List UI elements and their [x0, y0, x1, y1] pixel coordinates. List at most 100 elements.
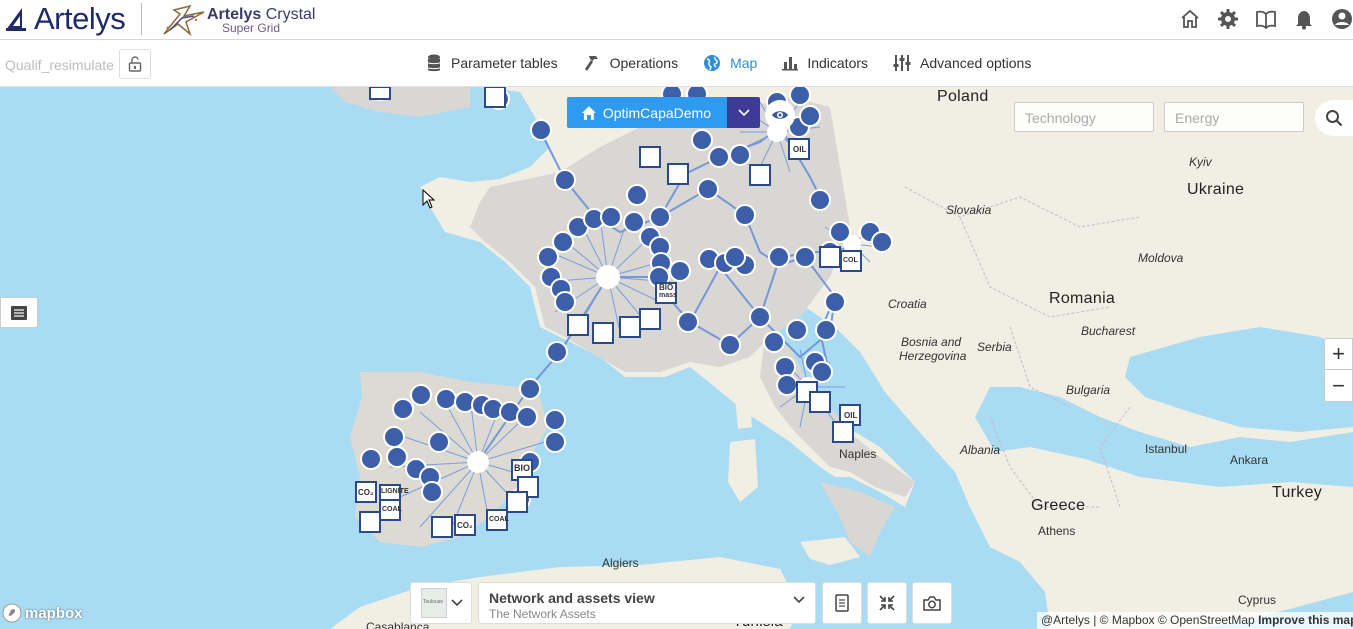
bar-chart-icon	[782, 57, 799, 71]
product-subtitle: Super Grid	[222, 21, 281, 35]
asset-label-bio: BIO	[659, 283, 674, 292]
asset-label-lignite: LIGNITE	[381, 488, 409, 495]
label-croatia: Croatia	[888, 297, 927, 311]
fullscreen-button[interactable]	[867, 582, 907, 624]
camera-icon	[923, 595, 941, 611]
nav-advanced-options[interactable]: Advanced options	[893, 54, 1031, 72]
asset-label-bio: BIO	[514, 463, 531, 473]
artelys-logo-icon	[6, 8, 26, 31]
label-athens: Athens	[1038, 524, 1076, 538]
crystal-logo: Artelys Crystal Super Grid	[160, 4, 320, 37]
view-selector[interactable]: Network and assets view The Network Asse…	[478, 582, 816, 624]
asset-label-oil: OIL	[844, 411, 858, 420]
chevron-down-icon	[451, 599, 463, 607]
asset-label-oil: OIL	[793, 145, 807, 154]
crystal-star-icon	[163, 4, 205, 37]
nav-operations[interactable]: Operations	[583, 54, 678, 72]
improve-map-link[interactable]: Improve this map	[1258, 613, 1353, 627]
technology-filter[interactable]: Technology	[1014, 102, 1154, 132]
asset-label-coal: COAL	[382, 506, 402, 513]
sliders-icon	[893, 55, 911, 71]
chevron-down-icon	[737, 108, 750, 116]
map-attribution: @Artelys | © Mapbox © OpenStreetMap Impr…	[1037, 612, 1353, 629]
attribution-text: @Artelys | © Mapbox © OpenStreetMap	[1041, 613, 1255, 627]
mapbox-label: mapbox	[25, 604, 83, 622]
label-kyiv: Kyiv	[1189, 155, 1212, 169]
top-bar: Artelys Artelys Crystal Super Grid	[0, 0, 1353, 40]
legend-toggle[interactable]	[0, 297, 38, 328]
label-bucharest: Bucharest	[1081, 324, 1136, 338]
zoom-in-button[interactable]: +	[1325, 339, 1352, 370]
main-nav: Parameter tables Operations Map Indicato…	[426, 54, 1056, 72]
label-serbia: Serbia	[977, 340, 1012, 354]
header-icons	[1179, 8, 1353, 30]
nav-indicators[interactable]: Indicators	[782, 54, 868, 72]
home-icon	[581, 105, 596, 120]
home-icon[interactable]	[1179, 8, 1201, 30]
list-icon	[11, 305, 27, 320]
brand-name: Artelys	[34, 1, 126, 36]
view-title: Network and assets view	[489, 590, 655, 606]
map-background	[330, 87, 1353, 629]
asset-label-co2: CO₂	[457, 521, 473, 530]
nav-label: Operations	[609, 55, 679, 71]
asset-label-col: COL	[843, 257, 858, 264]
map-thumbnail: Toulouse	[421, 588, 447, 618]
database-icon	[428, 54, 440, 72]
label-moldova: Moldova	[1138, 251, 1184, 265]
document-icon	[835, 594, 849, 612]
asset-label-coal: COAL	[489, 516, 509, 523]
view-thumbnail-selector[interactable]: Toulouse	[410, 582, 472, 624]
hammer-icon	[584, 56, 598, 71]
zoom-out-button[interactable]: −	[1325, 370, 1352, 401]
mapbox-icon	[2, 603, 22, 623]
nav-label: Indicators	[807, 55, 869, 71]
user-icon[interactable]	[1331, 8, 1353, 30]
scenario-selector[interactable]: OptimCapaDemo	[567, 97, 760, 128]
search-button[interactable]	[1315, 100, 1353, 136]
logo-divider	[141, 3, 143, 35]
globe-icon	[704, 55, 721, 71]
nav-label: Advanced options	[920, 55, 1032, 71]
chevron-down-icon	[793, 596, 805, 604]
map-canvas[interactable]: OIL OIL BIO BIO mass LIGNITE COAL COAL C…	[0, 87, 1353, 629]
label-naples: Naples	[839, 447, 877, 461]
energy-filter[interactable]: Energy	[1164, 102, 1304, 132]
toolbar: Qualif_resimulate Parameter tables Opera…	[0, 41, 1353, 87]
nav-map[interactable]: Map	[703, 54, 757, 72]
book-icon[interactable]	[1255, 8, 1277, 30]
search-icon	[1326, 110, 1343, 127]
scenario-label: OptimCapaDemo	[602, 104, 711, 121]
nav-label: Parameter tables	[451, 55, 558, 71]
label-ukraine: Ukraine	[1187, 181, 1245, 198]
asset-label-co2: CO₂	[358, 488, 374, 497]
screenshot-button[interactable]	[912, 582, 952, 624]
label-greece: Greece	[1031, 497, 1086, 514]
eye-icon	[772, 111, 788, 119]
zoom-control: + −	[1324, 338, 1353, 402]
view-subtitle: The Network Assets	[489, 607, 596, 621]
compress-icon	[879, 595, 895, 611]
gear-icon[interactable]	[1217, 8, 1239, 30]
bell-icon[interactable]	[1293, 8, 1315, 30]
mapbox-logo[interactable]: mapbox	[2, 603, 83, 623]
label-bosnia-2: Herzegovina	[899, 349, 967, 363]
lock-button[interactable]	[119, 49, 151, 79]
scenario-button[interactable]: OptimCapaDemo	[567, 97, 727, 128]
report-button[interactable]	[822, 582, 862, 624]
label-slovakia: Slovakia	[946, 203, 992, 217]
unlock-icon	[128, 56, 142, 72]
visibility-toggle[interactable]	[765, 100, 795, 130]
nav-parameter-tables[interactable]: Parameter tables	[426, 54, 558, 72]
label-ankara: Ankara	[1230, 453, 1269, 467]
label-turkey: Turkey	[1272, 484, 1323, 501]
asset-label-mass: mass	[659, 292, 677, 299]
scenario-dropdown[interactable]	[727, 97, 760, 128]
project-name: Qualif_resimulate	[5, 57, 114, 73]
label-istanbul: Istanbul	[1145, 442, 1188, 456]
label-bulgaria: Bulgaria	[1066, 383, 1111, 397]
label-albania: Albania	[960, 443, 1001, 457]
label-romania: Romania	[1049, 290, 1116, 307]
artelys-logo[interactable]: Artelys	[4, 1, 143, 36]
label-poland: Poland	[937, 88, 989, 105]
